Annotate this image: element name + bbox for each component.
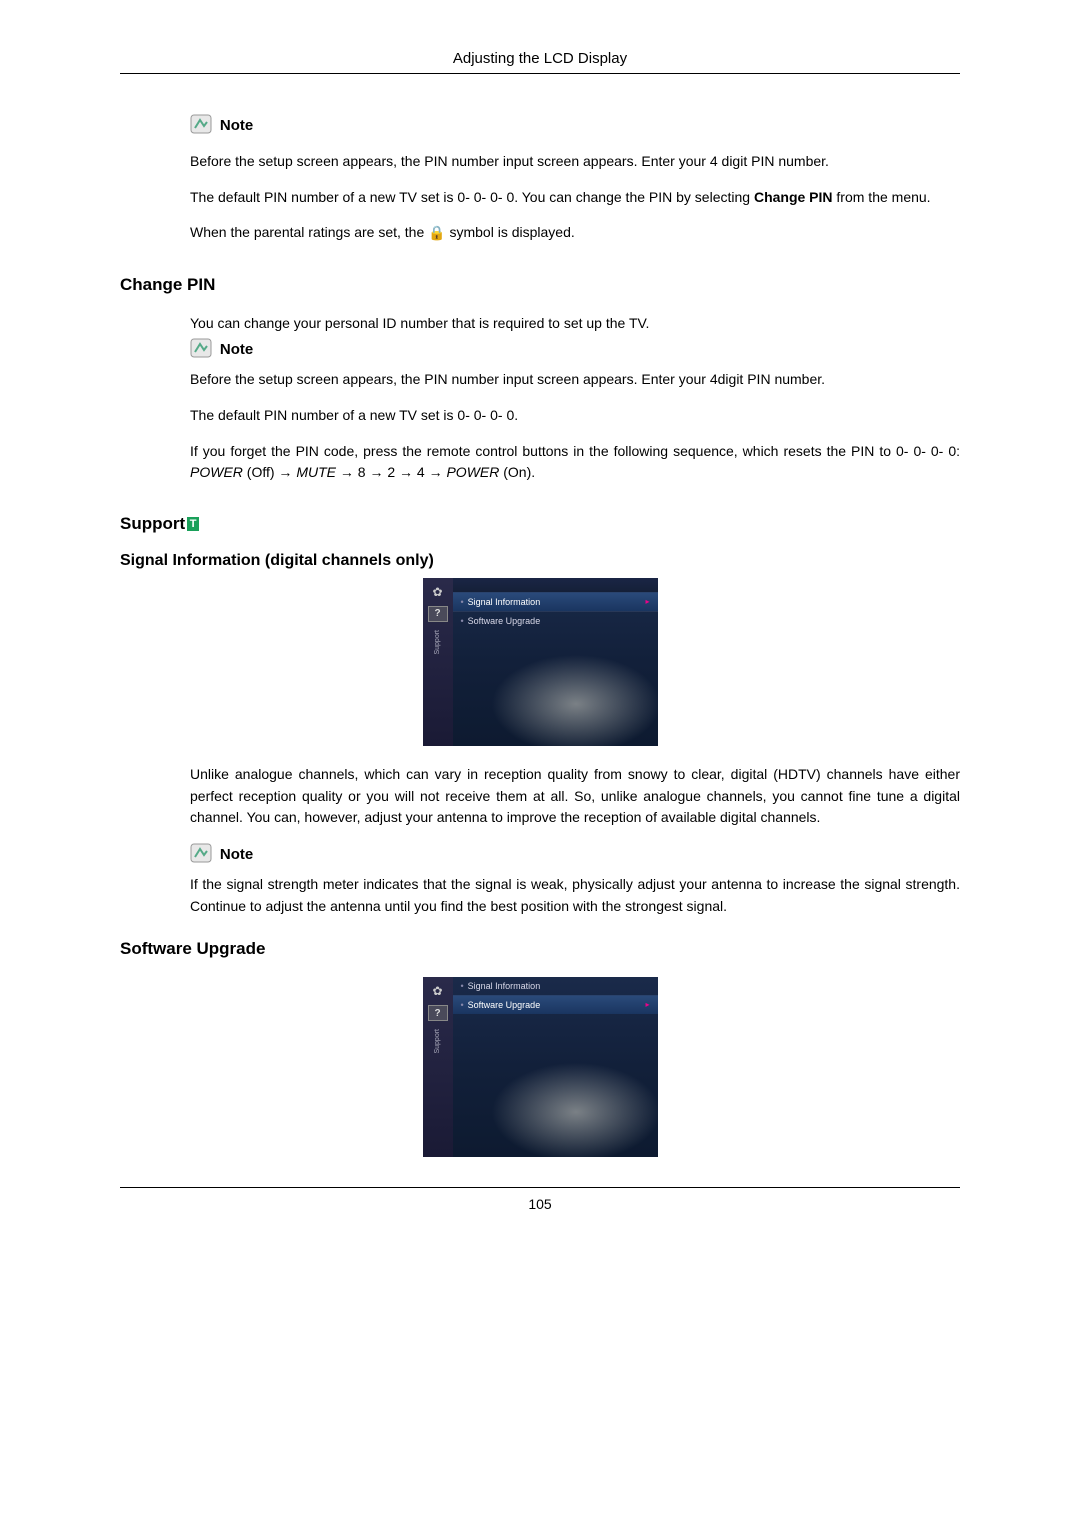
menu-top-bar [453,578,658,592]
lock-icon: 🔒 [428,225,445,241]
italic-term: POWER [446,464,499,480]
text-fragment: When the parental ratings are set, the [190,224,428,240]
bold-term: Change PIN [754,189,833,205]
body-text: If you forget the PIN code, press the re… [190,441,960,484]
body-text: Before the setup screen appears, the PIN… [190,151,960,173]
menu-item-label: Signal Information [468,981,541,991]
note-icon [190,843,212,866]
page-footer: 105 [120,1187,960,1212]
text-fragment: symbol is displayed. [446,224,575,240]
note-label: Note [220,341,253,358]
section-heading-change-pin: Change PIN [120,275,960,295]
menu-main: •Signal Information •Software Upgrade▸ [453,977,658,1157]
menu-body [453,630,658,745]
page-header: Adjusting the LCD Display [120,50,960,74]
section-heading-software-upgrade: Software Upgrade [120,939,960,959]
body-text: The default PIN number of a new TV set i… [190,187,960,209]
sidebar-label: Support [434,1029,441,1054]
body-text: You can change your personal ID number t… [190,313,960,335]
help-icon: ? [428,606,448,622]
italic-term: POWER [190,464,243,480]
heading-text: Support [120,514,185,533]
body-text: When the parental ratings are set, the 🔒… [190,222,960,244]
subsection-heading-signal-info: Signal Information (digital channels onl… [120,552,960,570]
menu-body [453,1014,658,1134]
sidebar-label: Support [434,630,441,655]
section-heading-support: SupportT [120,514,960,534]
gear-icon: ✿ [428,981,448,1001]
body-text: If the signal strength meter indicates t… [190,874,960,917]
note-label: Note [220,846,253,863]
note-icon [190,338,212,361]
text-fragment: → 8 → 2 → 4 → [336,464,446,480]
body-text: Unlike analogue channels, which can vary… [190,764,960,829]
page-number: 105 [528,1196,551,1212]
text-fragment: If you forget the PIN code, press the re… [190,443,960,459]
menu-item-label: Software Upgrade [468,1000,541,1010]
menu-sidebar: ✿ ? Support [423,578,453,746]
gear-icon: ✿ [428,582,448,602]
text-fragment: (On). [499,464,535,480]
menu-screenshot-signal-info: ✿ ? Support •Signal Information▸ •Softwa… [423,578,658,746]
help-icon: ? [428,1005,448,1021]
menu-item-label: Signal Information [468,597,541,607]
menu-item-signal-info: •Signal Information▸ [453,592,658,611]
menu-item-software-upgrade: •Software Upgrade [453,611,658,630]
note-icon [190,114,212,137]
body-text: Before the setup screen appears, the PIN… [190,369,960,391]
text-fragment: from the menu. [833,189,931,205]
italic-term: MUTE [296,464,336,480]
text-fragment: (Off) → [243,464,296,480]
menu-item-label: Software Upgrade [468,616,541,626]
menu-item-signal-info: •Signal Information [453,977,658,995]
menu-item-software-upgrade: •Software Upgrade▸ [453,995,658,1014]
text-fragment: The default PIN number of a new TV set i… [190,189,754,205]
note-label: Note [220,117,253,134]
menu-main: •Signal Information▸ •Software Upgrade [453,578,658,746]
menu-screenshot-software-upgrade: ✿ ? Support •Signal Information •Softwar… [423,977,658,1157]
t-badge-icon: T [187,517,199,531]
menu-sidebar: ✿ ? Support [423,977,453,1157]
body-text: The default PIN number of a new TV set i… [190,405,960,427]
